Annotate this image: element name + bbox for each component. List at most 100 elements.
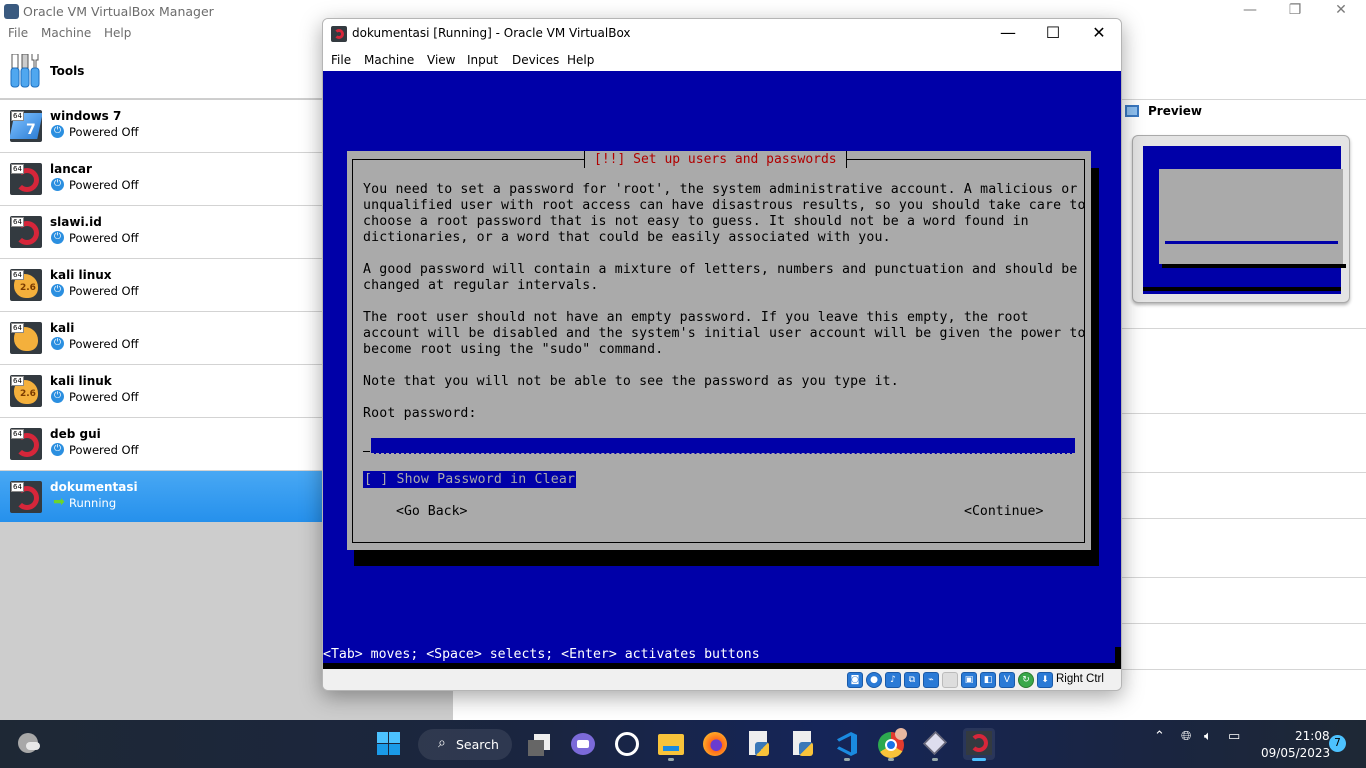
vm-menu-help[interactable]: Help: [567, 53, 594, 67]
usb-icon[interactable]: ⌁: [923, 672, 939, 688]
shared-folder-icon[interactable]: [942, 672, 958, 688]
vm-menu-bar: File Machine View Input Devices Help: [323, 49, 1121, 71]
vm-item-deb-gui[interactable]: 64 deb gui ⏻ Powered Off: [0, 418, 322, 471]
optical-drive-icon[interactable]: ●: [866, 672, 882, 688]
vm-status: Powered Off: [69, 284, 139, 298]
vm-item-windows-7[interactable]: 7 64 windows 7 ⏻ Powered Off: [0, 100, 322, 153]
notification-badge[interactable]: 7: [1329, 735, 1346, 752]
mouse-integration-icon[interactable]: ⬇: [1037, 672, 1053, 688]
vm-item-lancar[interactable]: 64 lancar ⏻ Powered Off: [0, 153, 322, 206]
divider: [1122, 577, 1366, 578]
divider: [1122, 669, 1366, 670]
guest-screen[interactable]: [!!] Set up users and passwords You need…: [323, 71, 1121, 663]
virtualbox-icon[interactable]: [919, 728, 951, 761]
cpu-icon[interactable]: V: [999, 672, 1015, 688]
preview-monitor-icon: [1125, 105, 1139, 117]
vm-menu-devices[interactable]: Devices: [512, 53, 559, 67]
host-key-label: Right Ctrl: [1056, 673, 1104, 685]
powered-off-icon: ⏻: [51, 390, 64, 403]
taskbar-search-button[interactable]: ⌕ Search: [418, 729, 512, 760]
vm-status: Running: [69, 496, 117, 510]
continue-button[interactable]: <Continue>: [964, 503, 1043, 520]
vm-menu-machine[interactable]: Machine: [364, 53, 414, 67]
hard-disk-icon[interactable]: ◙: [847, 672, 863, 688]
start-button[interactable]: [373, 728, 405, 760]
vm-maximize-button[interactable]: ☐: [1033, 23, 1073, 42]
root-password-input[interactable]: [371, 438, 1075, 454]
capture-icon[interactable]: ◧: [980, 672, 996, 688]
app-icon[interactable]: [611, 728, 643, 760]
vm-name: kali linux: [50, 268, 112, 282]
powered-off-icon: ⏻: [51, 125, 64, 138]
restore-button[interactable]: ❐: [1275, 2, 1315, 18]
close-button[interactable]: ✕: [1321, 2, 1361, 18]
installer-dialog: [!!] Set up users and passwords You need…: [347, 151, 1091, 550]
vm-item-dokumentasi[interactable]: 64 dokumentasi ➡ Running: [0, 471, 322, 524]
menu-file[interactable]: File: [8, 26, 28, 40]
audio-icon[interactable]: ♪: [885, 672, 901, 688]
tools-item[interactable]: Tools: [0, 44, 322, 99]
vm-menu-file[interactable]: File: [331, 53, 351, 67]
vm-name: windows 7: [50, 109, 122, 123]
show-hidden-icons-chevron-icon[interactable]: ⌃: [1154, 729, 1165, 744]
minimize-button[interactable]: —: [1230, 2, 1270, 18]
text-cursor: [363, 451, 370, 452]
widgets-button[interactable]: [14, 728, 46, 760]
vm-name: kali linuk: [50, 374, 112, 388]
network-globe-icon[interactable]: 🌐︎: [1181, 729, 1191, 744]
info-paragraph-2: A good password will contain a mixture o…: [363, 262, 1078, 293]
vm-menu-input[interactable]: Input: [467, 53, 498, 67]
vm-status: Powered Off: [69, 337, 139, 351]
vm-item-slawi-id[interactable]: 64 slawi.id ⏻ Powered Off: [0, 206, 322, 259]
guest-additions-icon[interactable]: ↻: [1018, 672, 1034, 688]
virtualbox-logo-icon: [4, 4, 19, 19]
root-password-label: Root password:: [363, 406, 477, 421]
dokumentasi-vm-taskbar-button[interactable]: [963, 728, 995, 761]
task-view-button[interactable]: [523, 728, 555, 760]
vm-item-kali-linux[interactable]: 2.6 64 kali linux ⏻ Powered Off: [0, 259, 322, 312]
vm-console-window: dokumentasi [Running] - Oracle VM Virtua…: [322, 18, 1122, 691]
volume-icon[interactable]: 🔈︎: [1204, 729, 1212, 744]
kali-os-icon: 64: [10, 322, 42, 354]
vm-window-title: dokumentasi [Running] - Oracle VM Virtua…: [352, 26, 631, 40]
vscode-icon[interactable]: [831, 728, 863, 761]
vm-name: dokumentasi: [50, 480, 138, 494]
debian-os-icon: 64: [10, 163, 42, 195]
dialog-title: [!!] Set up users and passwords: [584, 151, 847, 168]
vm-name: slawi.id: [50, 215, 102, 229]
vm-menu-view[interactable]: View: [427, 53, 455, 67]
firefox-icon[interactable]: [699, 728, 731, 760]
python-file-icon[interactable]: [787, 728, 819, 760]
info-paragraph-1: You need to set a password for 'root', t…: [363, 182, 1086, 245]
vm-close-button[interactable]: ✕: [1079, 23, 1119, 42]
menu-help[interactable]: Help: [104, 26, 131, 40]
search-icon: ⌕: [438, 735, 446, 751]
info-paragraph-4: Note that you will not be able to see th…: [363, 374, 899, 389]
vm-name: kali: [50, 321, 75, 335]
clock-time[interactable]: 21:08: [1295, 729, 1330, 743]
go-back-button[interactable]: <Go Back>: [396, 503, 467, 520]
windows-os-icon: 7 64: [10, 110, 42, 142]
tools-icon: [10, 54, 40, 88]
battery-charging-icon[interactable]: ▭: [1228, 729, 1240, 744]
divider: [1122, 472, 1366, 473]
preview-thumbnail[interactable]: [1132, 135, 1350, 303]
python-file-icon[interactable]: [743, 728, 775, 760]
tools-label: Tools: [50, 64, 85, 78]
display-icon[interactable]: ▣: [961, 672, 977, 688]
divider: [1122, 413, 1366, 414]
vm-status: Powered Off: [69, 125, 139, 139]
vm-item-kali[interactable]: 64 kali ⏻ Powered Off: [0, 312, 322, 365]
clock-date[interactable]: 09/05/2023: [1261, 746, 1330, 760]
teams-chat-icon[interactable]: [567, 728, 599, 760]
file-explorer-icon[interactable]: [655, 728, 687, 761]
network-icon[interactable]: ⧉: [904, 672, 920, 688]
chrome-icon[interactable]: [875, 728, 907, 761]
menu-machine[interactable]: Machine: [41, 26, 91, 40]
debian-vm-icon: [331, 26, 347, 42]
vm-title-bar: dokumentasi [Running] - Oracle VM Virtua…: [323, 19, 1121, 49]
show-password-checkbox[interactable]: [ ] Show Password in Clear: [363, 471, 577, 488]
powered-off-icon: ⏻: [51, 443, 64, 456]
vm-item-kali-linuk[interactable]: 2.6 64 kali linuk ⏻ Powered Off: [0, 365, 322, 418]
vm-minimize-button[interactable]: —: [988, 23, 1028, 42]
